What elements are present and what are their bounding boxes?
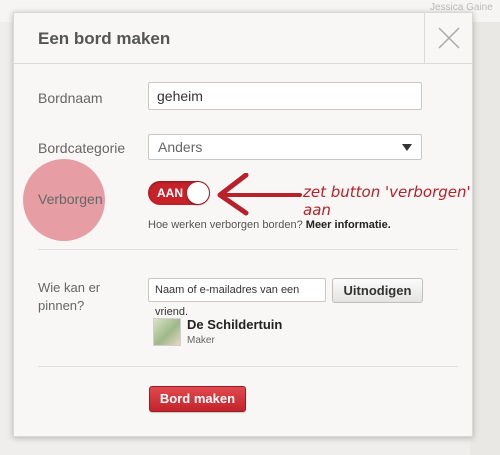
avatar [153, 318, 181, 346]
secret-toggle[interactable]: AAN [148, 181, 210, 205]
background-card [470, 22, 500, 455]
toggle-knob[interactable] [187, 182, 209, 204]
invite-button[interactable]: Uitnodigen [332, 278, 423, 303]
board-name-input[interactable] [148, 82, 422, 110]
dialog-header: Een bord maken [14, 13, 472, 64]
annotation-text: zet button 'verborgen' aan [303, 183, 471, 219]
close-icon [438, 27, 460, 49]
secret-label: Verborgen [38, 191, 103, 207]
board-category-label: Bordcategorie [38, 140, 126, 156]
secret-help-link[interactable]: Meer informatie. [306, 219, 391, 231]
board-name-label: Bordnaam [38, 90, 103, 106]
board-category-select[interactable]: Anders [148, 134, 422, 160]
create-board-button[interactable]: Bord maken [149, 386, 246, 412]
toggle-state-label: AAN [157, 186, 183, 200]
secret-help-text: Hoe werken verborgen borden? [148, 219, 303, 231]
annotation-arrow-icon [217, 173, 302, 216]
member-name: De Schildertuin [187, 317, 283, 332]
secret-help: Hoe werken verborgen borden? Meer inform… [148, 219, 391, 231]
invite-friend-input[interactable]: Naam of e-mailadres van een vriend. [148, 278, 326, 318]
close-button[interactable] [424, 13, 472, 63]
board-category-value: Anders [158, 139, 203, 155]
caret-down-icon [402, 144, 412, 151]
divider [38, 366, 458, 367]
who-can-pin-label: Wie kan er pinnen? [38, 280, 101, 313]
dialog-title: Een bord maken [38, 29, 171, 48]
create-board-dialog: Een bord maken Bordnaam Bordcategorie An… [13, 12, 473, 437]
member-role: Maker [187, 335, 215, 346]
divider [38, 249, 458, 250]
